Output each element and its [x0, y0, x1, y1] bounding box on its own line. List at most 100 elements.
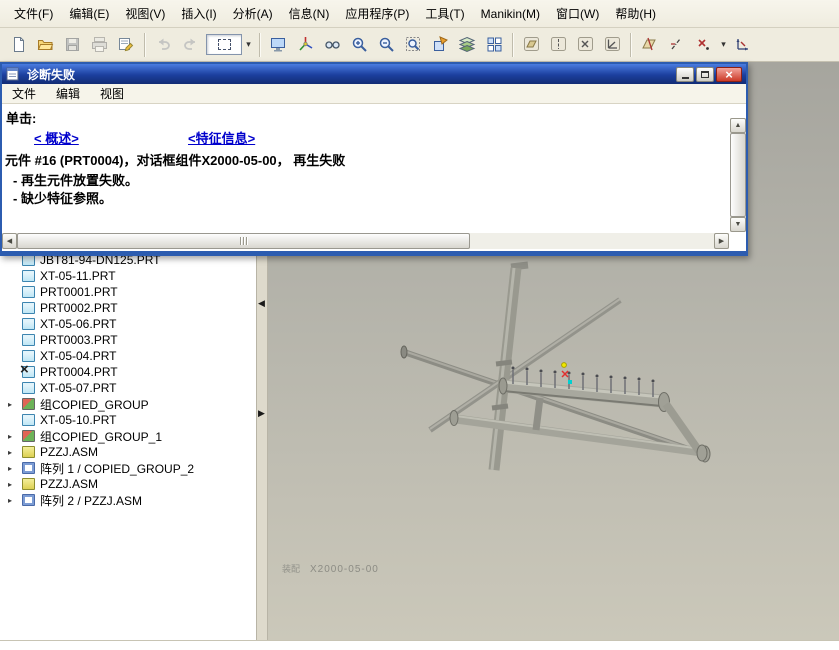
menu-info[interactable]: 信息(N)	[281, 1, 338, 26]
expand-arrow-icon[interactable]	[2, 464, 18, 473]
selection-filter-field[interactable]	[206, 34, 242, 55]
collapse-left-icon[interactable]	[258, 298, 265, 308]
tree-item[interactable]: 组COPIED_GROUP	[2, 396, 256, 412]
tree-item[interactable]: PZZJ.ASM	[2, 444, 256, 460]
tree-item-label: PRT0003.PRT	[40, 333, 118, 347]
part-icon	[22, 302, 35, 314]
toolbar-separator	[630, 32, 632, 57]
tree-item[interactable]: 阵列 1 / COPIED_GROUP_2	[2, 460, 256, 476]
zoom-in-button[interactable]	[346, 31, 373, 58]
failure-detail-1: - 再生元件放置失败。	[13, 173, 138, 188]
toolbar-separator	[512, 32, 514, 57]
tree-item[interactable]: PRT0003.PRT	[2, 332, 256, 348]
dialog-menu-file[interactable]: 文件	[2, 83, 46, 104]
selection-filter-icon	[217, 39, 231, 50]
tree-item[interactable]: XT-05-10.PRT	[2, 412, 256, 428]
horizontal-scroll-track[interactable]	[17, 233, 714, 249]
datum-point-display-toggle[interactable]	[572, 31, 599, 58]
tree-item-label: XT-05-04.PRT	[40, 349, 117, 363]
scroll-left-icon[interactable]	[2, 233, 17, 249]
properties-icon	[119, 38, 134, 52]
tree-item[interactable]: XT-05-06.PRT	[2, 316, 256, 332]
menu-manikin[interactable]: Manikin(M)	[473, 3, 548, 25]
failed-reference-marker[interactable]	[561, 370, 569, 378]
tree-item-label: 阵列 1 / COPIED_GROUP_2	[40, 461, 195, 476]
scroll-up-icon[interactable]	[730, 118, 746, 133]
expand-arrow-icon[interactable]	[2, 448, 18, 457]
csys-display-toggle[interactable]	[599, 31, 626, 58]
dialog-title: 诊断失败	[27, 67, 76, 82]
datum-axis-display-toggle[interactable]	[545, 31, 572, 58]
tree-item[interactable]: PZZJ.ASM	[2, 476, 256, 492]
collapse-right-icon[interactable]	[258, 408, 265, 418]
tree-item-label: 组COPIED_GROUP_1	[40, 429, 163, 444]
menu-applications[interactable]: 应用程序(P)	[337, 1, 417, 26]
dialog-menu-edit[interactable]: 编辑	[46, 83, 90, 104]
tree-item[interactable]: PRT0002.PRT	[2, 300, 256, 316]
menu-edit[interactable]: 编辑(E)	[61, 1, 117, 26]
tree-item[interactable]: XT-05-07.PRT	[2, 380, 256, 396]
view-manager-button[interactable]	[481, 31, 508, 58]
maximize-button[interactable]	[696, 66, 714, 82]
expand-arrow-icon[interactable]	[2, 400, 18, 409]
expand-arrow-icon[interactable]	[2, 496, 18, 505]
menu-view[interactable]: 视图(V)	[117, 1, 173, 26]
datum-point-marker[interactable]	[561, 362, 567, 368]
open-file-button[interactable]	[32, 31, 59, 58]
csys-tool-button[interactable]	[730, 31, 757, 58]
menu-insert[interactable]: 插入(I)	[173, 1, 224, 26]
orient-mode-button[interactable]	[319, 31, 346, 58]
repaint-button[interactable]	[265, 31, 292, 58]
vertical-scroll-thumb[interactable]	[730, 133, 746, 217]
dialog-vertical-scrollbar[interactable]	[730, 118, 746, 232]
datum-plane-display-toggle[interactable]	[518, 31, 545, 58]
dialog-horizontal-scrollbar[interactable]	[2, 233, 729, 249]
menu-analysis[interactable]: 分析(A)	[225, 1, 281, 26]
datum-point-tool-button[interactable]	[690, 31, 717, 58]
tree-item[interactable]: XT-05-11.PRT	[2, 268, 256, 284]
layers-icon	[459, 36, 476, 53]
redo-icon	[184, 38, 195, 50]
properties-button[interactable]	[113, 31, 140, 58]
layers-button[interactable]	[454, 31, 481, 58]
part-icon	[22, 318, 35, 330]
menu-file[interactable]: 文件(F)	[6, 1, 61, 26]
print-button	[86, 31, 113, 58]
dialog-titlebar[interactable]: 诊断失败	[2, 64, 746, 84]
expand-arrow-icon[interactable]	[2, 432, 18, 441]
saved-view-list-button[interactable]	[427, 31, 454, 58]
menu-help[interactable]: 帮助(H)	[607, 1, 664, 26]
expand-arrow-icon[interactable]	[2, 480, 18, 489]
tree-item[interactable]: PRT0001.PRT	[2, 284, 256, 300]
refit-button[interactable]	[400, 31, 427, 58]
scroll-down-icon[interactable]	[730, 217, 746, 232]
selection-highlight-marker[interactable]	[568, 380, 572, 384]
feature-info-link[interactable]: <特征信息>	[188, 128, 255, 147]
menu-window[interactable]: 窗口(W)	[548, 1, 607, 26]
failure-message: 元件 #16 (PRT0004)，对话框组件X2000-05-00， 再生失败	[5, 153, 346, 168]
datum-point-options-dropdown-icon[interactable]	[717, 34, 730, 55]
tree-item-failed[interactable]: PRT0004.PRT	[2, 364, 256, 380]
tree-item[interactable]: XT-05-04.PRT	[2, 348, 256, 364]
datum-axis-display-icon	[551, 37, 566, 51]
new-file-button[interactable]	[5, 31, 32, 58]
part-icon	[22, 414, 35, 426]
overview-link[interactable]: < 概述>	[34, 128, 79, 147]
csys-tool-icon	[736, 39, 748, 51]
minimize-button[interactable]	[676, 66, 694, 82]
datum-plane-tool-button[interactable]	[636, 31, 663, 58]
status-bar	[0, 640, 839, 650]
datum-axis-tool-button[interactable]	[663, 31, 690, 58]
menu-tools[interactable]: 工具(T)	[417, 1, 472, 26]
spin-center-button[interactable]	[292, 31, 319, 58]
selection-filter-dropdown-icon[interactable]	[242, 34, 255, 55]
scroll-right-icon[interactable]	[714, 233, 729, 249]
tree-item[interactable]: 组COPIED_GROUP_1	[2, 428, 256, 444]
refit-icon	[406, 37, 420, 51]
close-button[interactable]	[716, 66, 742, 82]
zoom-out-button[interactable]	[373, 31, 400, 58]
dialog-menu-view[interactable]: 视图	[90, 83, 134, 104]
tree-item[interactable]: 阵列 2 / PZZJ.ASM	[2, 492, 256, 508]
horizontal-scroll-thumb[interactable]	[17, 233, 471, 249]
undo-button	[150, 31, 177, 58]
